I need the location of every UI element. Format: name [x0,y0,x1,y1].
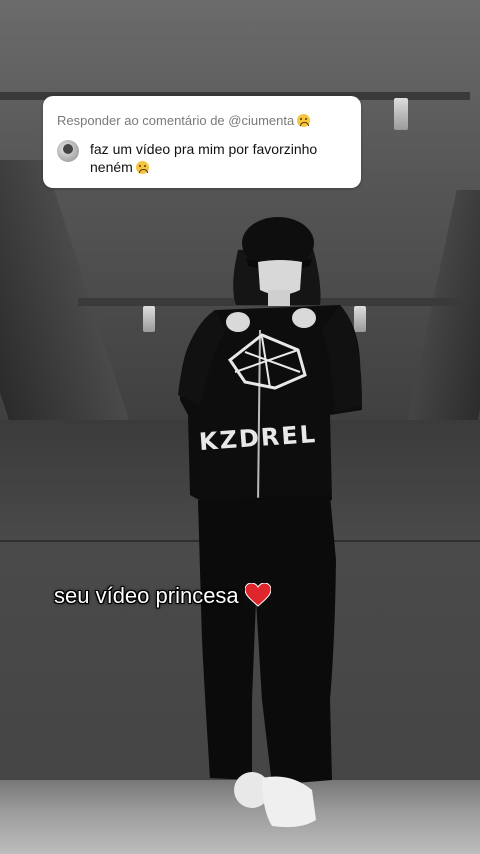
comment-text: faz um vídeo pra mim por favorzinho nené… [90,140,340,176]
pleading-face-icon [297,114,311,127]
reply-title-text: Responder ao comentário de @ciumenta [57,113,295,128]
caption-text: seu vídeo princesa [54,583,239,608]
pleading-face-icon [135,161,149,174]
reply-title: Responder ao comentário de @ciumenta [57,113,311,128]
video-caption: seu vídeo princesa [54,582,272,609]
comment-text-content: faz um vídeo pra mim por favorzinho nené… [90,141,318,175]
red-heart-icon [244,582,272,607]
reply-comment-card[interactable]: Responder ao comentário de @ciumenta faz… [43,96,361,188]
video-frame: KZDREL Responder ao comentário de @ciume… [0,0,480,854]
commenter-avatar [57,140,79,162]
